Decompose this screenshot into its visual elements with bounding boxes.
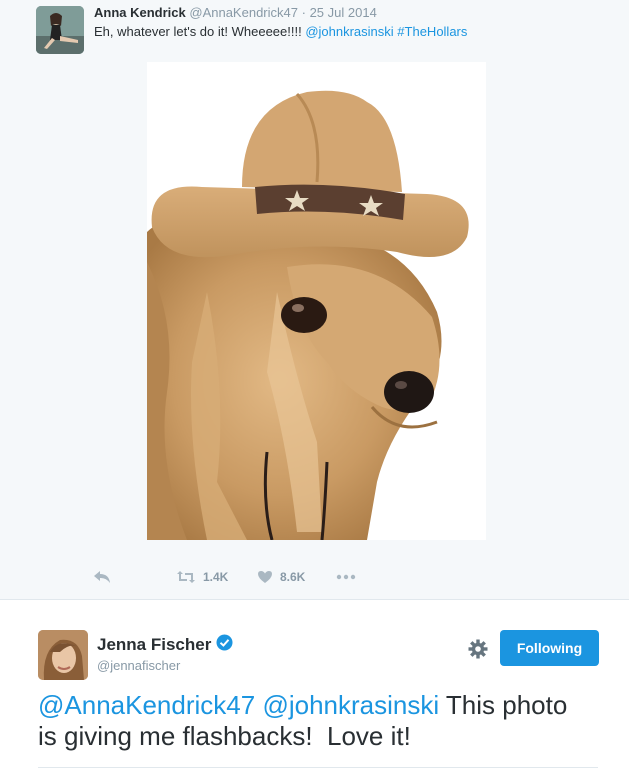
quoted-tweet-text: Eh, whatever let's do it! Wheeeee!!!! @j… [94,23,467,40]
reply-icon [93,570,111,584]
jenna-fischer-avatar[interactable] [38,630,88,680]
retweet-count: 1.4K [203,570,229,584]
mention-link-johnkrasinski[interactable]: @johnkrasinski [305,24,393,39]
verified-badge-icon [216,634,233,656]
retweet-icon [176,570,196,584]
mention-link-annakendrick47[interactable]: @AnnaKendrick47 [38,690,255,720]
quoted-author-name[interactable]: Anna Kendrick [94,5,186,20]
quoted-tweet-actions: 1.4K 8.6K [0,566,629,590]
heart-icon [257,570,273,584]
gear-icon[interactable] [467,638,489,660]
reply-button[interactable] [93,570,111,584]
main-tweet-text: @AnnaKendrick47 @johnkrasinski This phot… [38,690,608,752]
anna-kendrick-avatar[interactable] [36,6,84,54]
main-tweet-text-line1: This photo [445,690,568,720]
quoted-tweet-header: Anna Kendrick @AnnaKendrick47 · 25 Jul 2… [94,5,377,21]
header-separator: · [301,5,306,20]
hashtag-link-thehollars[interactable]: #TheHollars [397,24,467,39]
main-author-name-row[interactable]: Jenna Fischer [97,634,233,656]
like-button[interactable]: 8.6K [257,570,305,584]
quoted-author-handle[interactable]: @AnnaKendrick47 [189,5,298,20]
bottom-divider [38,767,598,768]
mention-link-johnkrasinski-main[interactable]: @johnkrasinski [262,690,439,720]
main-tweet-text-line2: is giving me flashbacks! Love it! [38,721,411,751]
quoted-text-body: Eh, whatever let's do it! Wheeeee!!!! [94,24,306,39]
main-author-handle[interactable]: @jennafischer [97,658,180,673]
like-count: 8.6K [280,570,306,584]
main-author-name[interactable]: Jenna Fischer [97,635,211,655]
quoted-tweet[interactable]: Anna Kendrick @AnnaKendrick47 · 25 Jul 2… [0,0,629,600]
quoted-tweet-date[interactable]: 25 Jul 2014 [310,5,377,20]
more-button[interactable] [336,570,356,584]
section-divider [0,599,629,600]
dog-in-cowboy-hat-photo[interactable] [147,62,486,540]
retweet-button[interactable]: 1.4K [176,570,228,584]
following-button[interactable]: Following [500,630,599,666]
more-icon [336,570,356,584]
